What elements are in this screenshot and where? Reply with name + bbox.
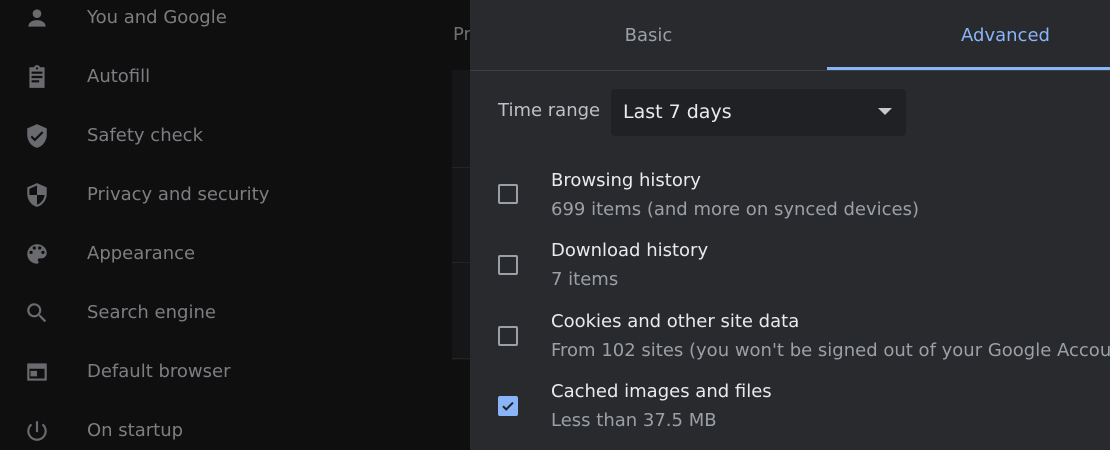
sidebar-item-appearance[interactable]: Appearance [0, 224, 440, 283]
power-icon [24, 418, 50, 444]
sidebar-item-safety-check[interactable]: Safety check [0, 106, 440, 165]
clear-browsing-data-dialog: Basic Advanced Time range Last 7 days Br… [470, 0, 1110, 450]
browsing-history-checkbox[interactable] [498, 184, 518, 204]
option-subtitle: 7 items [551, 269, 619, 290]
option-title: Download history [551, 240, 709, 261]
sidebar-item-label: On startup [87, 420, 184, 441]
background-page: Pr [440, 0, 482, 450]
cached-images-checkbox[interactable] [498, 396, 518, 416]
clipboard-icon [24, 64, 50, 90]
option-subtitle: Less than 37.5 MB [551, 410, 717, 431]
dropdown-arrow-icon [878, 108, 892, 115]
option-browsing-history: Browsing history 699 items (and more on … [470, 170, 1110, 230]
sidebar-item-label: You and Google [87, 7, 227, 28]
option-title: Cookies and other site data [551, 311, 800, 332]
sidebar-item-label: Default browser [87, 361, 231, 382]
sidebar-item-privacy-and-security[interactable]: Privacy and security [0, 165, 440, 224]
option-title: Browsing history [551, 170, 701, 191]
download-history-checkbox[interactable] [498, 255, 518, 275]
sidebar-item-autofill[interactable]: Autofill [0, 47, 440, 106]
sidebar-item-default-browser[interactable]: Default browser [0, 342, 440, 401]
sidebar-item-label: Search engine [87, 302, 216, 323]
person-icon [24, 5, 50, 31]
sidebar-item-you-and-google[interactable]: You and Google [0, 0, 440, 47]
time-range-value: Last 7 days [623, 101, 732, 123]
time-range-label: Time range [498, 100, 601, 121]
tab-basic[interactable]: Basic [470, 0, 827, 70]
option-subtitle: From 102 sites (you won't be signed out … [551, 340, 1110, 361]
sidebar-item-label: Privacy and security [87, 184, 270, 205]
sidebar-item-label: Autofill [87, 66, 151, 87]
selected-tab-indicator [827, 67, 1110, 70]
cookies-checkbox[interactable] [498, 326, 518, 346]
option-cookies: Cookies and other site data From 102 sit… [470, 311, 1110, 371]
option-title: Cached images and files [551, 381, 772, 402]
option-subtitle: 699 items (and more on synced devices) [551, 199, 920, 220]
sidebar-item-label: Safety check [87, 125, 203, 146]
browser-window-icon [24, 359, 50, 385]
checkmark-icon [502, 401, 514, 411]
palette-icon [24, 241, 50, 267]
shield-check-icon [24, 123, 50, 149]
sidebar-item-on-startup[interactable]: On startup [0, 401, 440, 450]
sidebar-item-search-engine[interactable]: Search engine [0, 283, 440, 342]
option-download-history: Download history 7 items [470, 240, 1110, 300]
time-range-select[interactable]: Last 7 days [611, 89, 906, 136]
settings-window: You and Google Autofill Safety check Pri… [0, 0, 1110, 450]
search-icon [24, 300, 50, 326]
sidebar-item-label: Appearance [87, 243, 196, 264]
tab-advanced[interactable]: Advanced [827, 0, 1110, 70]
dialog-tabs: Basic Advanced [470, 0, 1110, 71]
settings-sidebar: You and Google Autofill Safety check Pri… [0, 0, 440, 450]
page-heading-fragment: Pr [453, 24, 471, 45]
shield-half-icon [24, 182, 50, 208]
option-cached-images: Cached images and files Less than 37.5 M… [470, 381, 1110, 441]
